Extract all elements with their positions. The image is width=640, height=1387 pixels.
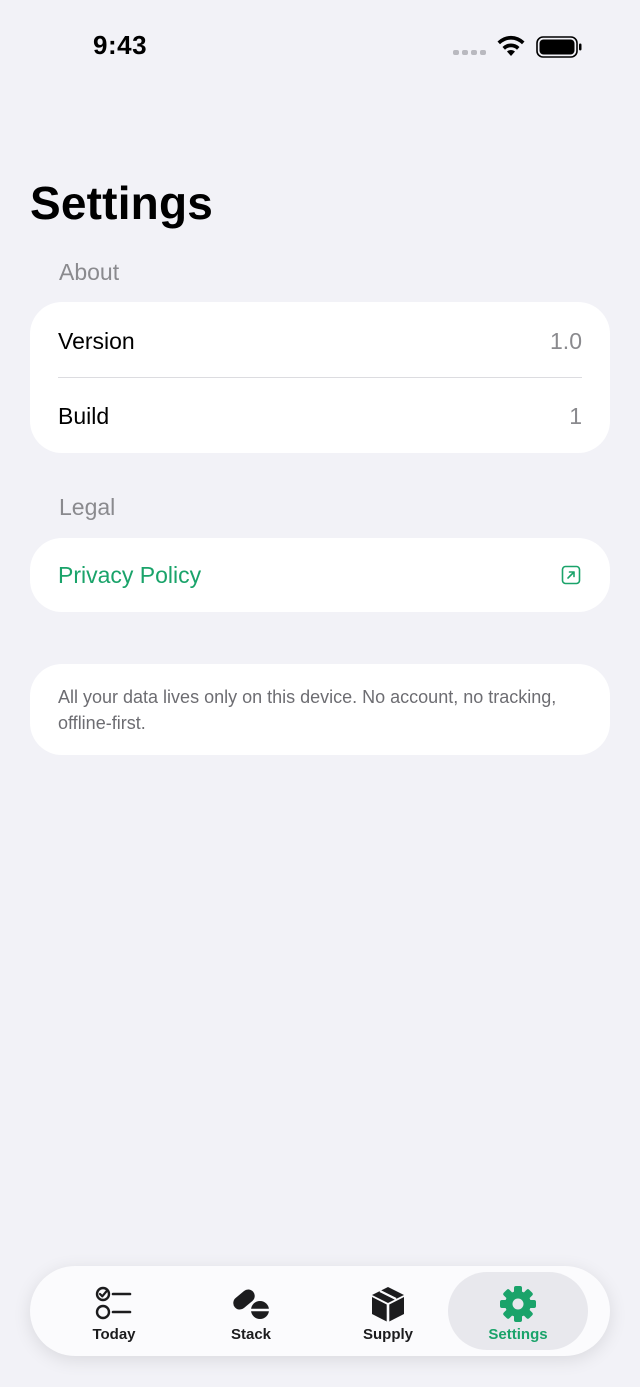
battery-icon — [536, 36, 582, 58]
status-bar: 9:43 — [0, 0, 640, 96]
status-time: 9:43 — [93, 30, 148, 60]
privacy-note-card: All your data lives only on this device.… — [30, 664, 610, 755]
cellular-signal-icon — [453, 50, 487, 56]
build-value: 1 — [569, 402, 582, 429]
section-header-about: About — [59, 259, 120, 285]
version-row: Version 1.0 — [58, 304, 582, 378]
tab-today[interactable]: Today — [44, 1272, 184, 1350]
tab-settings[interactable]: Settings — [448, 1272, 588, 1350]
tab-bar: Today Stack Supply Settings — [30, 1266, 610, 1356]
tab-label-supply: Supply — [362, 1326, 413, 1343]
section-header-legal: Legal — [59, 494, 116, 520]
tab-label-settings: Settings — [488, 1326, 548, 1343]
about-card: Version 1.0 Build 1 — [30, 302, 610, 453]
build-label: Build — [58, 402, 110, 429]
privacy-policy-row[interactable]: Privacy Policy — [58, 538, 582, 612]
legal-card: Privacy Policy — [30, 538, 610, 612]
page-title: Settings — [30, 177, 214, 229]
tab-label-today: Today — [92, 1326, 136, 1343]
version-label: Version — [58, 327, 135, 354]
privacy-note-text: All your data lives only on this device.… — [58, 687, 557, 733]
tab-supply[interactable]: Supply — [318, 1272, 458, 1350]
privacy-policy-link[interactable]: Privacy Policy — [58, 562, 201, 589]
pills-icon — [233, 1289, 270, 1319]
build-row: Build 1 — [58, 379, 582, 453]
checklist-icon — [95, 1286, 132, 1320]
external-link-icon — [561, 565, 581, 585]
tab-label-stack: Stack — [230, 1326, 272, 1343]
gear-icon — [500, 1286, 536, 1322]
row-divider — [58, 377, 582, 378]
tab-stack[interactable]: Stack — [181, 1272, 321, 1350]
box-icon — [372, 1287, 404, 1322]
wifi-icon — [497, 35, 525, 56]
version-value: 1.0 — [550, 327, 582, 354]
